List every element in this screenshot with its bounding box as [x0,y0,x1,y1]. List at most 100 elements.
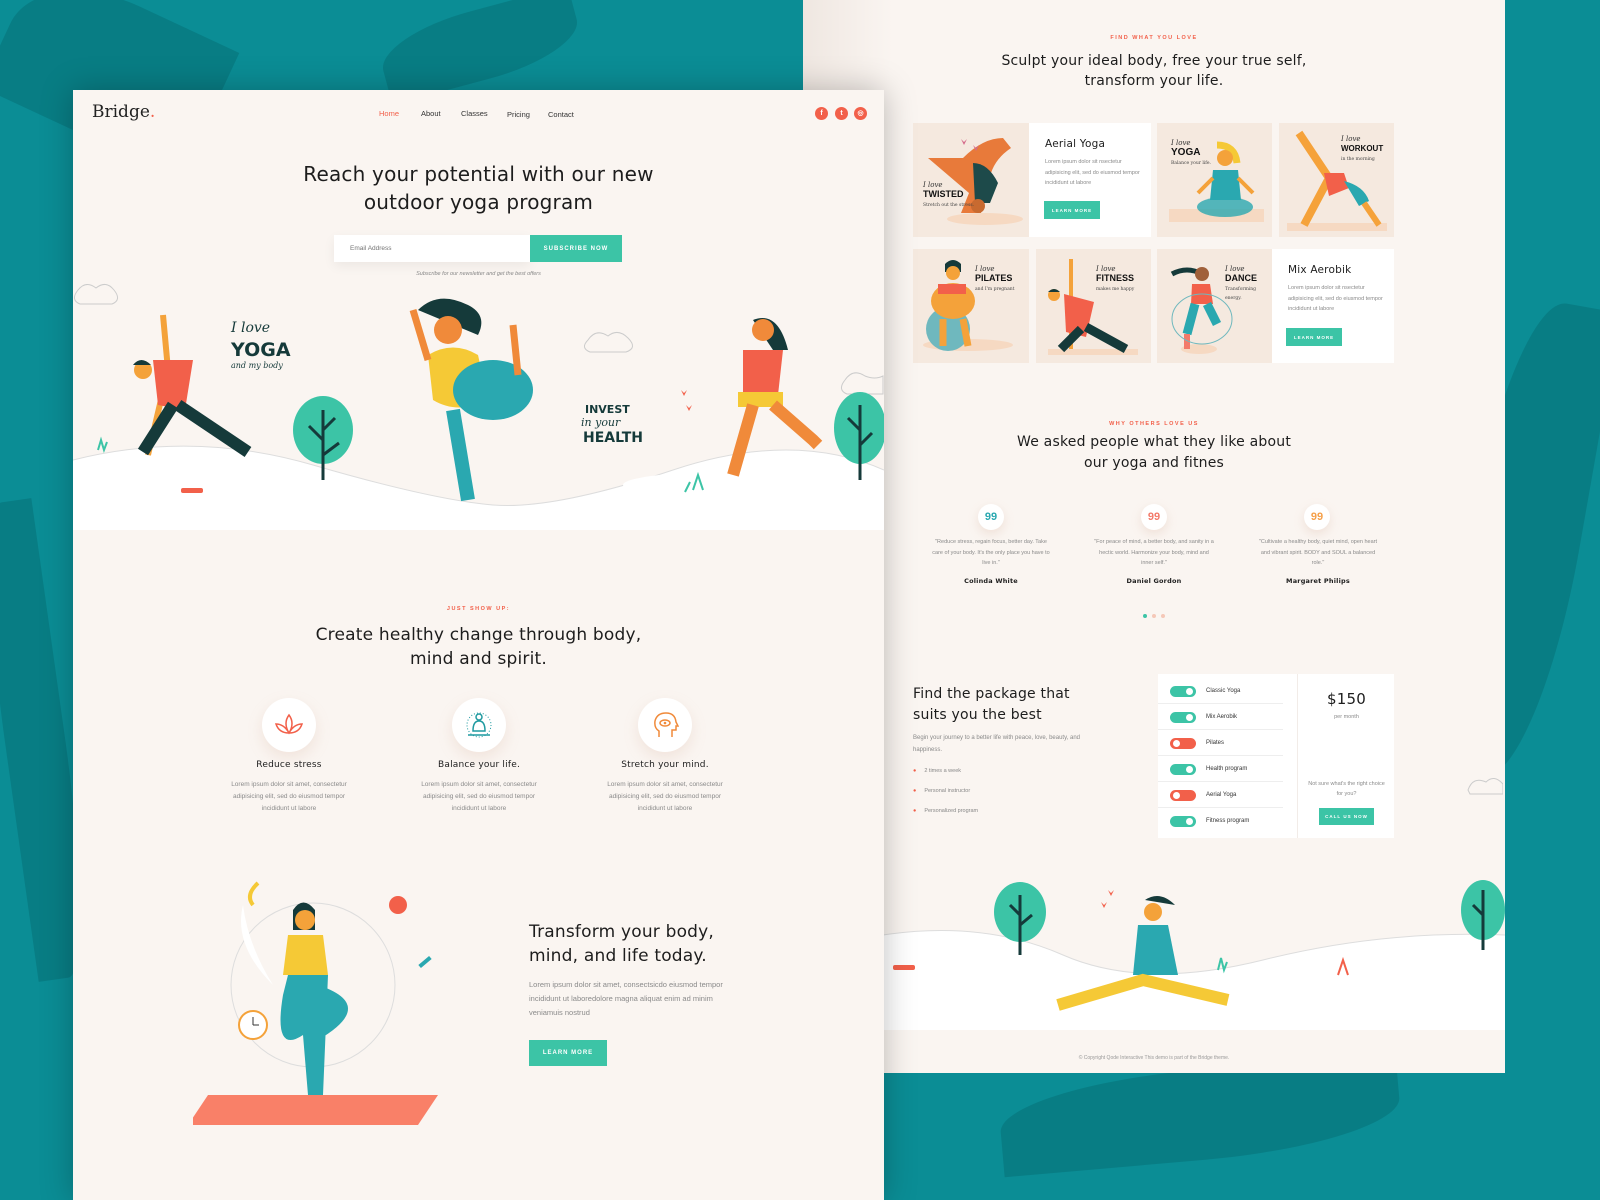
nav-pricing[interactable]: Pricing [507,110,530,119]
class-card-workout[interactable]: I love WORKOUT in the morning [1279,123,1394,237]
option-classic-yoga: Classic Yoga [1158,678,1283,704]
invest-sign-text: INVEST [585,403,630,416]
option-fitness-program: Fitness program [1158,808,1283,834]
instagram-icon[interactable]: ◎ [854,107,867,120]
bullet-item: ● 2 times a week [913,768,962,774]
yoga-sign-text: I love [230,320,270,336]
feature-text: Lorem ipsum dolor sit amet, consectetur … [231,781,347,812]
card-name: FITNESS [1096,273,1135,283]
card-sub: Transforming energy. [1225,287,1257,301]
yoga-sign-text: YOGA [230,339,291,361]
card-title: Aerial Yoga [1045,138,1106,150]
yoga-person-triangle [133,314,252,457]
card-script: I love [1341,135,1361,143]
logo[interactable]: Bridge. [92,102,155,122]
dumbbell-icon [893,965,915,970]
transform-title-line: mind, and life today. [529,946,707,966]
feature-title: Balance your life. [437,760,521,770]
dumbbell-icon [181,488,203,493]
features-eyebrow: JUST SHOW UP: [446,606,511,612]
package-options: Classic Yoga Mix Aerobik Pilates Health … [1158,674,1297,838]
learn-more-button[interactable]: LEARN MORE [1286,328,1342,346]
toggle-switch[interactable] [1170,712,1196,723]
subscribe-note: Subscribe for our newsletter and get the… [416,271,541,277]
carousel-dot[interactable] [1161,614,1165,618]
nav-home[interactable]: Home [379,109,399,118]
transform-text: Lorem ipsum dolor sit amet, consectsicdo… [529,980,723,1017]
card-title: Mix Aerobik [1288,264,1352,276]
mind-eye-icon [638,698,692,752]
nav-classes[interactable]: Classes [461,109,488,118]
option-aerial-yoga: Aerial Yoga [1158,782,1283,808]
class-card-fitness[interactable]: I love FITNESS makes me happy [1036,249,1151,363]
card-sub: in the morning [1341,157,1375,162]
yoga-sign-text: and my body [231,361,283,370]
option-mix-aerobik: Mix Aerobik [1158,704,1283,730]
features-title: Create healthy change through body, mind… [73,623,884,671]
twitter-icon[interactable]: t [835,107,848,120]
card-sub: makes me happy [1096,287,1135,292]
quote-icon: 99 [1304,504,1330,530]
hero-title: Reach your potential with our new outdoo… [73,160,884,216]
toggle-switch[interactable] [1170,816,1196,827]
bullet-item: ● Personalized program [913,808,979,814]
mockup-stage: Bridge. Home About Classes Pricing Conta… [0,0,1600,1200]
copyright: © Copyright Qode Interactive This demo i… [1078,1055,1230,1061]
call-us-button[interactable]: CALL US NOW [1319,808,1374,825]
card-name: WORKOUT [1341,144,1384,153]
classes-page: FIND WHAT YOU LOVE Sculpt your ideal bod… [803,0,1505,1073]
toggle-switch[interactable] [1170,790,1196,801]
testimonial-name: Margaret Philips [1286,577,1350,585]
features-title-line: Create healthy change through body, [315,625,642,645]
logo-dot: . [149,102,156,122]
testimonial-quote: "Cultivate a healthy body, quiet mind, o… [1258,539,1378,566]
price-period: per month [1334,714,1359,720]
heart-icon [681,390,692,411]
class-card-pilates[interactable]: I love PILATES and I'm pregnant [913,249,1029,363]
classes-title-line: transform your life. [1084,73,1224,89]
testimonials-eyebrow: WHY OTHERS LOVE US [1109,421,1199,427]
mix-aerobik-card: Mix Aerobik Lorem ipsum dolor sit nsecte… [1272,249,1394,363]
carousel-dot[interactable] [1152,614,1156,618]
learn-more-button[interactable]: LEARN MORE [1044,201,1100,219]
cloud-icon [841,372,884,395]
yoga-person-dancer [409,298,533,502]
pricing-title-line: suits you the best [913,707,1042,723]
learn-more-button[interactable]: LEARN MORE [529,1040,607,1066]
toggle-switch[interactable] [1170,686,1196,697]
subscribe-button[interactable]: SUBSCRIBE NOW [530,235,622,262]
testimonial-name: Colinda White [964,577,1018,585]
facebook-icon[interactable]: f [815,107,828,120]
testimonial-name: Daniel Gordon [1126,577,1182,585]
quote-icon: 99 [1141,504,1167,530]
nav-contact[interactable]: Contact [548,110,574,119]
meditation-icon [452,698,506,752]
hero-illustration: I love YOGA and my body INVEST in your H… [73,284,884,530]
yoga-mat [193,1095,438,1125]
card-name: YOGA [1171,147,1201,158]
home-page: Bridge. Home About Classes Pricing Conta… [73,90,884,1200]
toggle-switch[interactable] [1170,764,1196,775]
cloud-icon [74,284,118,305]
cloud-icon [1467,778,1503,795]
nav-about[interactable]: About [421,109,441,118]
class-card-twisted[interactable]: I love TWISTED Stretch out the stress. [913,123,1029,237]
logo-text: Bridge [92,102,150,122]
card-text: Lorem ipsum dolor sit nsectetur adipisic… [1045,159,1140,186]
class-card-dance[interactable]: I love DANCE Transforming energy. [1157,249,1272,363]
card-sub: Balance your life. [1171,161,1211,166]
email-input[interactable] [334,235,530,262]
option-health-program: Health program [1158,756,1283,782]
carousel-dot-active[interactable] [1143,614,1147,618]
pricing-title-line: Find the package that [913,686,1070,702]
feature-title: Reduce stress [256,760,322,770]
class-card-yoga[interactable]: I love YOGA Balance your life. [1157,123,1272,237]
classes-title-line: Sculpt your ideal body, free your true s… [1001,53,1307,69]
features-title-line: mind and spirit. [410,649,547,669]
testimonials-title-line: our yoga and fitnes [1083,455,1225,471]
price-panel: $150 per month Not sure what's the right… [1297,674,1394,838]
toggle-switch[interactable] [1170,738,1196,749]
hero-title-line: outdoor yoga program [363,190,594,214]
apple-icon [389,896,407,914]
tree-pose-illustration [193,881,438,1125]
